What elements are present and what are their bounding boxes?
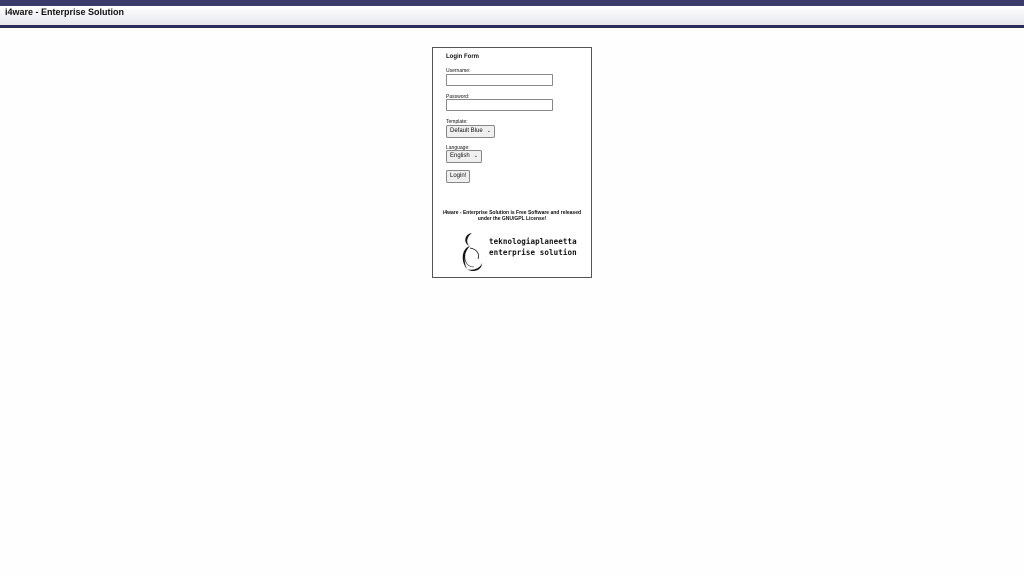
logo-text-line1: teknologiaplaneetta — [489, 237, 577, 246]
logo-text-line2: enterprise solution — [489, 248, 577, 257]
language-select[interactable]: English ⌄ — [446, 150, 482, 163]
password-input[interactable] — [446, 99, 553, 111]
page-header — [0, 6, 1024, 28]
login-form-title: Login Form — [446, 54, 479, 60]
login-form: Login Form Username: Password: Template:… — [432, 47, 592, 278]
page-title: i4ware - Enterprise Solution — [5, 7, 125, 17]
license-notice: i4ware - Enterprise Solution is Free Sof… — [442, 210, 582, 222]
chevron-down-icon: ⌄ — [486, 128, 491, 134]
username-input[interactable] — [446, 74, 553, 86]
template-select[interactable]: Default Blue ⌄ — [446, 125, 495, 138]
language-select-value: English — [450, 153, 470, 159]
company-logo: teknologiaplaneetta enterprise solution — [458, 231, 577, 273]
crescent-swirl-logo-icon — [462, 233, 482, 271]
template-select-value: Default Blue — [450, 128, 483, 134]
login-button[interactable]: Login! — [446, 170, 471, 183]
chevron-down-icon: ⌄ — [473, 153, 478, 159]
